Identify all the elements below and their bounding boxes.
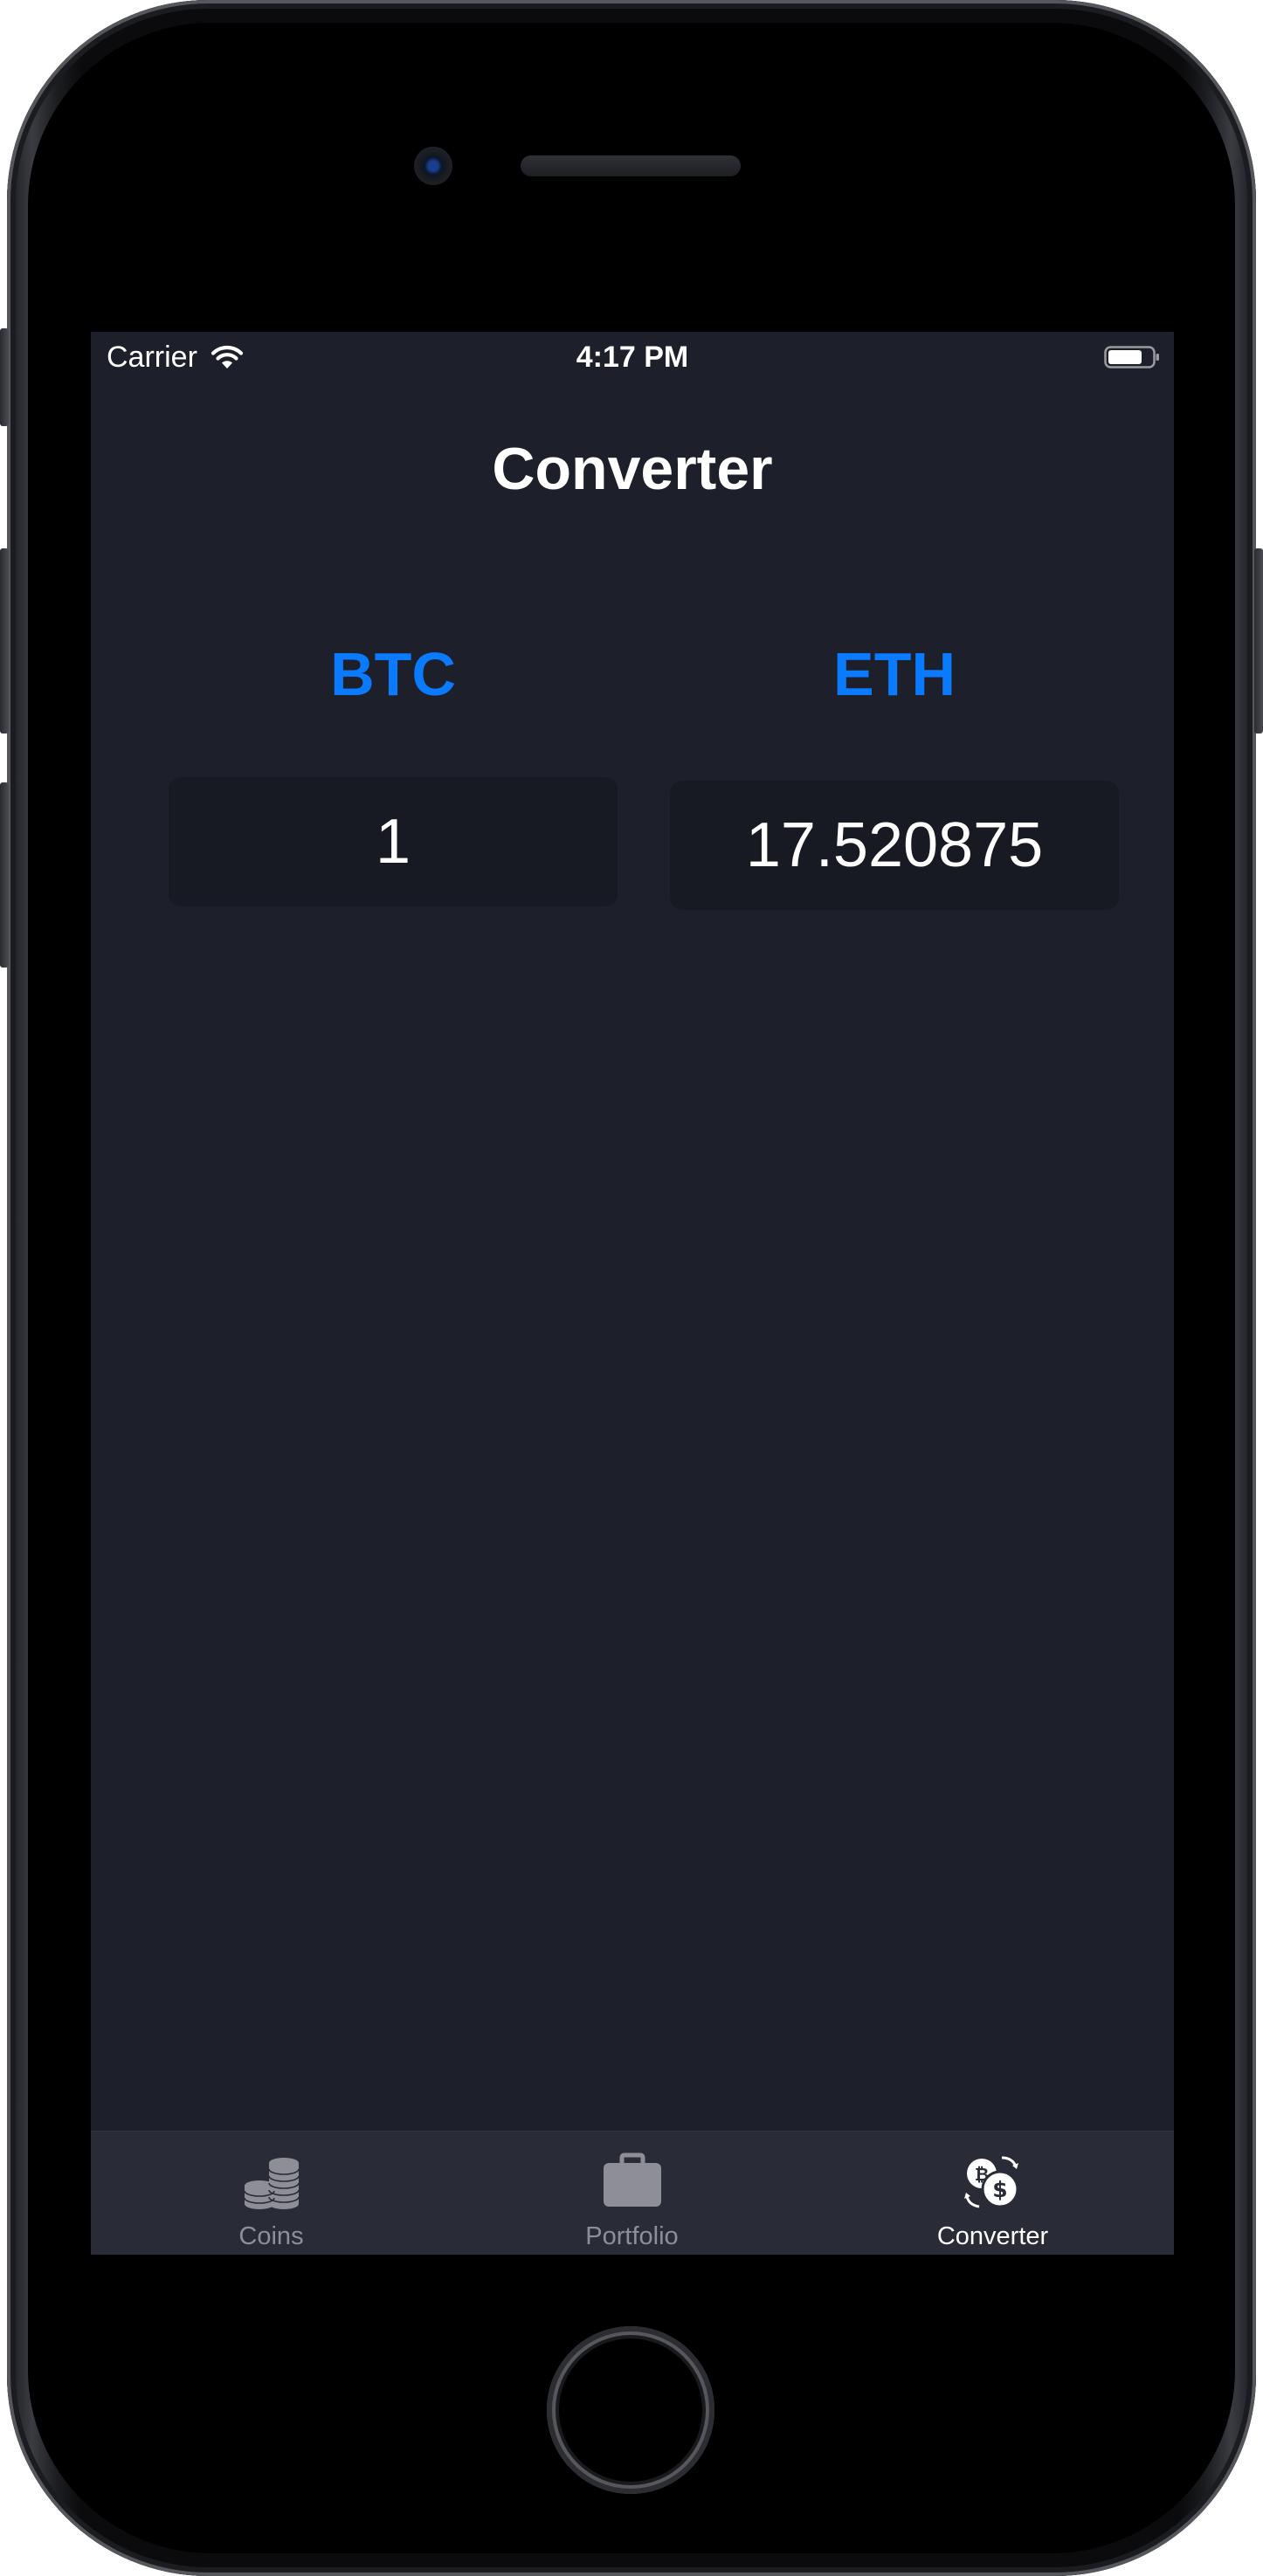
currency-exchange-icon: ₿ $: [963, 2156, 1018, 2208]
volume-up-button: [0, 548, 9, 734]
to-currency-button[interactable]: ETH: [670, 639, 1119, 709]
tab-bar: Coins Portfolio ₿ $ Converter: [91, 2131, 1174, 2255]
page-title: Converter: [492, 436, 773, 502]
battery-icon: [1104, 346, 1159, 368]
tab-coins-label: Coins: [238, 2222, 304, 2250]
status-bar: Carrier 4:17 PM: [91, 332, 1174, 386]
tab-converter[interactable]: ₿ $ Converter: [812, 2132, 1173, 2255]
home-button[interactable]: [547, 2326, 714, 2494]
mute-switch: [0, 328, 9, 426]
tab-converter-label: Converter: [936, 2222, 1049, 2250]
earpiece-speaker: [521, 155, 741, 176]
tab-portfolio[interactable]: Portfolio: [452, 2132, 812, 2255]
briefcase-icon: [603, 2152, 661, 2207]
device-frame: Carrier 4:17 PM Converter BTC ETH 1 17.5…: [0, 0, 1263, 2576]
front-camera-icon: [414, 147, 452, 185]
from-amount-field[interactable]: 1: [169, 777, 618, 906]
coins-stack-icon: [243, 2158, 300, 2209]
tab-coins[interactable]: Coins: [91, 2132, 452, 2255]
power-button: [1254, 548, 1263, 734]
app-screen: Carrier 4:17 PM Converter BTC ETH 1 17.5…: [91, 332, 1174, 2255]
from-currency-button[interactable]: BTC: [169, 639, 618, 709]
to-amount-field[interactable]: 17.520875: [670, 781, 1119, 910]
svg-text:$: $: [992, 2177, 1007, 2202]
status-time: 4:17 PM: [576, 341, 689, 374]
volume-down-button: [0, 782, 9, 968]
tab-portfolio-label: Portfolio: [585, 2222, 679, 2250]
